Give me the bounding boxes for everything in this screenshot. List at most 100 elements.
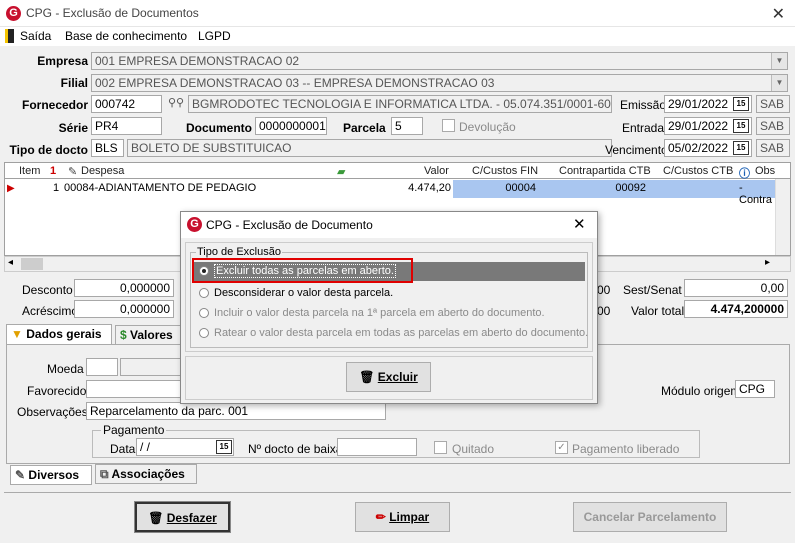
scroll-left-icon[interactable]: ◂ [8, 257, 13, 268]
exit-door-icon [5, 29, 14, 43]
menu-lgpd[interactable]: LGPD [198, 29, 231, 43]
quitado-checkbox[interactable] [434, 441, 447, 454]
observacoes-label: Observações [17, 405, 88, 419]
cell-ccctb[interactable] [650, 180, 736, 198]
fornecedor-label: Fornecedor [21, 98, 88, 112]
sort-number: 1 [50, 165, 57, 177]
radio-ratear[interactable] [199, 328, 209, 339]
sest-label: Sest/Senat [623, 283, 682, 297]
filial-dropdown-icon[interactable]: ▼ [771, 75, 787, 91]
radio-desconsiderar[interactable] [199, 288, 209, 299]
filial-label: Filial [60, 76, 88, 90]
option-excluir-todas[interactable]: Excluir todas as parcelas em aberto. [199, 264, 396, 278]
cell-ccfin[interactable]: 00004 [453, 180, 540, 198]
documento-label: Documento [186, 121, 252, 135]
menu-saida[interactable]: Saída [20, 29, 51, 43]
menu-bar: Saída Base de conhecimento LGPD [0, 27, 795, 46]
devolucao-checkbox[interactable] [442, 119, 455, 132]
tab-valores[interactable]: $ Valores [115, 325, 185, 345]
parcela-input[interactable]: 5 [391, 117, 423, 135]
ndocto-baixa-input[interactable] [337, 438, 417, 456]
calendar-icon[interactable]: 15 [733, 141, 749, 155]
documento-input[interactable]: 0000000001 [255, 117, 327, 135]
desconto-label: Desconto [22, 283, 73, 297]
devolucao-label: Devolução [459, 120, 516, 134]
excluir-label: Excluir [377, 370, 418, 384]
tipo-code-input[interactable]: BLS [91, 139, 124, 157]
dialog-title-bar: G CPG - Exclusão de Documento ✕ [181, 212, 597, 238]
cell-contrapartida[interactable]: 00092 [540, 180, 650, 198]
edit-icon: ✎ [68, 166, 78, 178]
acrescimo-label: Acréscimo [22, 304, 79, 318]
cell-obs[interactable]: - Contra [736, 180, 776, 206]
col-despesa[interactable]: Despesa [81, 165, 124, 177]
favorecido-input[interactable] [86, 380, 186, 398]
option-incluir-label: Incluir o valor desta parcela na 1ª parc… [214, 307, 545, 319]
serie-input[interactable]: PR4 [91, 117, 162, 135]
col-item[interactable]: Item [19, 165, 40, 177]
valor-total-label: Valor total [631, 304, 685, 318]
tab-diversos-label: Diversos [28, 468, 80, 482]
cell-item: 1 [53, 182, 60, 194]
vencimento-weekday: SAB [756, 139, 790, 157]
serie-label: Série [58, 121, 88, 135]
vencimento-value: 05/02/2022 [668, 141, 729, 155]
calendar-icon[interactable]: 15 [733, 119, 749, 133]
dialog-title: CPG - Exclusão de Documento [206, 218, 373, 232]
tab-associacoes[interactable]: ⧉ Associações [95, 464, 197, 484]
cancelar-parcelamento-button[interactable]: Cancelar Parcelamento [573, 502, 727, 532]
radio-excluir-todas[interactable] [199, 266, 209, 277]
tab-diversos[interactable]: ✎ Diversos [10, 465, 92, 485]
close-icon[interactable]: ✕ [772, 4, 785, 24]
moeda-code-input[interactable] [86, 358, 118, 376]
tab-dados-gerais[interactable]: ▼ Dados gerais [6, 324, 112, 344]
observacoes-input[interactable]: Reparcelamento da parc. 001 [86, 402, 386, 420]
option-desconsiderar[interactable]: Desconsiderar o valor desta parcela. [199, 287, 393, 299]
option-incluir[interactable]: Incluir o valor desta parcela na 1ª parc… [199, 307, 545, 319]
scroll-right-icon[interactable]: ▸ [765, 257, 770, 268]
menu-base-conhecimento[interactable]: Base de conhecimento [65, 29, 187, 43]
entrada-label: Entrada [622, 121, 665, 135]
col-ccfin[interactable]: C/Custos FIN [472, 165, 538, 177]
radio-incluir[interactable] [199, 308, 209, 319]
empresa-field[interactable]: 001 EMPRESA DEMONSTRACAO 02 [91, 52, 788, 70]
cell-despesa: 00084-ADIANTAMENTO DE PEDAGIO [64, 182, 257, 194]
empresa-dropdown-icon[interactable]: ▼ [771, 53, 787, 69]
mid-value-1: 00 [597, 283, 611, 297]
tipo-name-field: BOLETO DE SUBSTITUICAO [127, 139, 612, 157]
col-contrapartida[interactable]: Contrapartida CTB [559, 165, 651, 177]
emissao-label: Emissão [620, 98, 667, 112]
pagamento-liberado-checkbox[interactable]: ✓ [555, 441, 568, 454]
acrescimo-input[interactable]: 0,000000 [74, 300, 174, 318]
calendar-icon[interactable]: 15 [733, 97, 749, 111]
filter-icon: ▼ [11, 327, 23, 341]
modulo-label: Módulo origem [661, 384, 741, 398]
quitado-label: Quitado [452, 442, 495, 456]
entrada-weekday: SAB [756, 117, 790, 135]
dialog-close-icon[interactable]: ✕ [573, 215, 586, 233]
modulo-input[interactable]: CPG [735, 380, 775, 398]
grid-vscrollbar[interactable] [775, 179, 790, 255]
desfazer-button[interactable]: 🗑 Desfazer [134, 501, 231, 533]
table-row[interactable]: 1 00084-ADIANTAMENTO DE PEDAGIO 4.474,20… [5, 180, 790, 206]
desconto-input[interactable]: 0,000000 [74, 279, 174, 297]
option-ratear[interactable]: Ratear o valor desta parcela em todas as… [199, 327, 588, 339]
grid-header: Item 1 ✎ Despesa ▰ Valor C/Custos FIN Co… [5, 163, 790, 180]
fornecedor-code-input[interactable]: 000742 [91, 95, 162, 113]
scroll-thumb[interactable] [21, 258, 43, 270]
pagamento-label: Pagamento [101, 423, 167, 437]
col-obs[interactable]: Obs [755, 165, 775, 177]
excluir-button[interactable]: 🗑 Excluir [346, 362, 431, 392]
calendar-icon[interactable]: 15 [216, 440, 232, 454]
col-valor[interactable]: Valor [424, 165, 449, 177]
limpar-button[interactable]: ✏ Limpar [355, 502, 450, 532]
col-ccctb[interactable]: C/Custos CTB [663, 165, 733, 177]
filial-field[interactable]: 002 EMPRESA DEMONSTRACAO 03 -- EMPRESA D… [91, 74, 788, 92]
binoculars-icon[interactable]: ⚲⚲ [168, 96, 184, 109]
pencil-icon: ✎ [15, 468, 26, 482]
desfazer-label: Desfazer [166, 511, 217, 525]
favorecido-label: Favorecido [27, 384, 87, 398]
separator [4, 492, 791, 493]
sest-input[interactable]: 0,00 [684, 279, 788, 297]
exclusao-dialog: G CPG - Exclusão de Documento ✕ Tipo de … [180, 211, 598, 404]
